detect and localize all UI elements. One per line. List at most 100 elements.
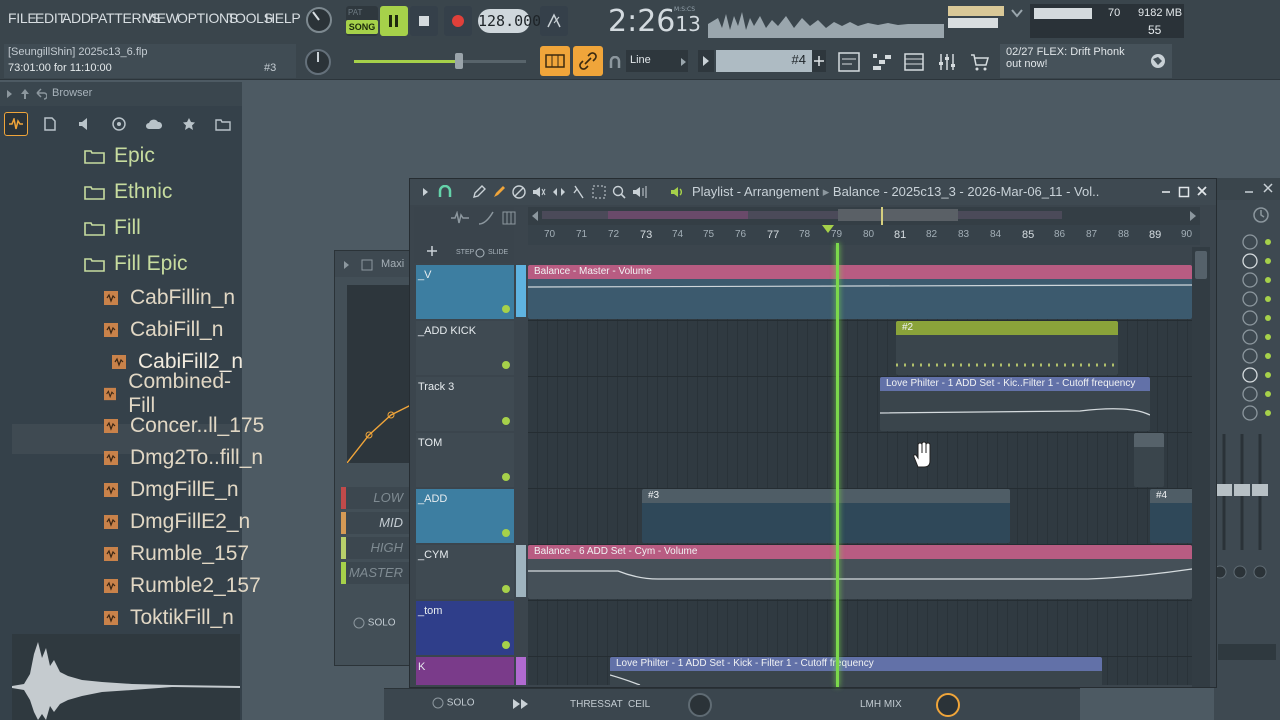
folder-item[interactable]: Ethnic — [84, 176, 172, 208]
play-arrow-icon[interactable] — [512, 698, 530, 710]
band-high[interactable]: HIGH — [341, 537, 409, 559]
band-master[interactable]: MASTER — [341, 562, 409, 584]
mixer-send-column[interactable] — [1214, 230, 1280, 426]
waveform-icon[interactable] — [450, 211, 470, 225]
tab-speaker[interactable] — [73, 112, 97, 136]
pattern-clip[interactable]: #3 — [642, 489, 1010, 543]
automation-clip[interactable]: Balance - 6 ADD Set - Cym - Volume — [528, 545, 1192, 599]
stop-button[interactable] — [410, 6, 438, 36]
pattern-selector[interactable]: #4 — [716, 50, 812, 72]
master-volume-knob[interactable] — [305, 6, 333, 34]
clock-icon[interactable] — [1252, 206, 1270, 224]
arrow-up-icon[interactable] — [20, 88, 30, 100]
solo-toggle[interactable]: SOLO — [432, 697, 475, 709]
channel-rack-button[interactable] — [900, 48, 928, 76]
tab-favorites[interactable] — [177, 112, 201, 136]
tab-folder[interactable] — [211, 112, 235, 136]
main-pitch-knob[interactable] — [302, 46, 334, 78]
track-header[interactable]: _V — [416, 265, 514, 319]
playlist-window[interactable]: Playlist - Arrangement ▸ Balance - 2025c… — [409, 178, 1217, 688]
maximus-titlebar[interactable]: Maxi — [335, 251, 413, 277]
track-header[interactable]: Track 3 — [416, 377, 514, 431]
plus-icon[interactable] — [426, 245, 438, 257]
magnet-icon[interactable] — [609, 56, 621, 70]
time-display[interactable]: M:S:CS 2:2613 — [578, 2, 702, 40]
store-button[interactable] — [966, 48, 994, 76]
track-header[interactable]: K — [416, 657, 514, 685]
file-item[interactable]: CabiFill_n — [104, 314, 223, 346]
menu-view[interactable]: VIEW — [144, 10, 179, 26]
lane[interactable] — [528, 433, 1192, 489]
add-pattern-button[interactable] — [812, 50, 826, 72]
track-header[interactable]: TOM — [416, 433, 514, 487]
zoom-icon[interactable] — [612, 185, 626, 199]
file-item[interactable]: DmgFillE2_n — [104, 506, 250, 538]
file-item[interactable]: Rumble_157 — [104, 538, 249, 570]
track-enable-led[interactable] — [502, 361, 510, 369]
tab-files[interactable] — [38, 112, 62, 136]
file-item[interactable]: Dmg2To..fill_n — [104, 442, 263, 474]
pencil-icon[interactable] — [472, 185, 486, 199]
maximize-icon[interactable] — [1178, 186, 1190, 198]
file-item[interactable]: CabFillin_n — [104, 282, 235, 314]
ceil-knob[interactable] — [686, 691, 714, 719]
mixer-faders[interactable] — [1214, 430, 1280, 720]
caret-right-icon[interactable] — [343, 260, 351, 270]
playlist-titlebar[interactable]: Playlist - Arrangement ▸ Balance - 2025c… — [410, 179, 1216, 205]
record-button[interactable] — [444, 6, 472, 36]
file-item[interactable]: Combined-Fill — [104, 370, 242, 417]
playhead-marker-icon[interactable] — [822, 225, 834, 235]
track-header[interactable]: _CYM — [416, 545, 514, 599]
tab-all[interactable] — [4, 112, 28, 136]
band-low[interactable]: LOW — [341, 487, 409, 509]
playlist-lanes[interactable]: Balance - Master - Volume #2 Love Philte… — [528, 265, 1192, 685]
metronome-button[interactable] — [540, 6, 568, 36]
news-panel[interactable]: 02/27 FLEX: Drift Phonk out now! — [1000, 44, 1172, 78]
piano-roll-button[interactable] — [868, 48, 896, 76]
playlist-overview-scroll[interactable] — [528, 207, 1200, 225]
caret-right-icon[interactable] — [6, 89, 14, 99]
file-item[interactable]: Rumble2_157 — [104, 570, 261, 602]
track-header[interactable]: _tom — [416, 601, 514, 655]
pattern-clip[interactable]: #2 — [896, 321, 1118, 375]
track-enable-led[interactable] — [502, 641, 510, 649]
snap-to-grid-button[interactable] — [540, 46, 570, 76]
timeline-ruler[interactable]: 70 71 72 73 74 75 76 77 78 79 80 81 82 8… — [528, 225, 1200, 245]
globe-icon[interactable] — [1150, 53, 1166, 69]
lmh-mix-knob[interactable] — [934, 691, 962, 719]
maximus-solo-button[interactable]: SOLO — [353, 617, 396, 629]
slice-tool-icon[interactable] — [572, 185, 586, 199]
track-enable-led[interactable] — [502, 585, 510, 593]
toggle-icon[interactable] — [474, 248, 486, 258]
band-mid[interactable]: MID — [341, 512, 409, 534]
menu-add[interactable]: ADD — [62, 10, 91, 26]
minimize-icon[interactable] — [1244, 184, 1254, 194]
play-button[interactable] — [380, 6, 408, 36]
mute-tool-icon[interactable] — [532, 185, 546, 199]
link-button[interactable] — [573, 46, 603, 76]
track-enable-led[interactable] — [502, 529, 510, 537]
file-item[interactable]: Concer..ll_175 — [104, 410, 264, 442]
maximus-graph[interactable] — [346, 285, 412, 464]
tab-cloud[interactable] — [142, 112, 166, 136]
snap-mode-select[interactable]: Line — [626, 50, 688, 72]
lane[interactable] — [528, 601, 1192, 657]
playlist-window-button[interactable] — [835, 48, 863, 76]
magnet-icon[interactable] — [438, 185, 452, 199]
step-label[interactable]: STEP — [456, 249, 474, 256]
undo-icon[interactable] — [35, 88, 47, 100]
track-enable-led[interactable] — [502, 473, 510, 481]
chevron-down-icon[interactable] — [1010, 6, 1024, 20]
brush-icon[interactable] — [492, 185, 506, 199]
close-icon[interactable] — [1196, 185, 1208, 197]
speaker-icon[interactable] — [670, 185, 686, 199]
file-item[interactable]: DmgFillE_n — [104, 474, 239, 506]
song-mode-button[interactable]: SONG — [346, 20, 378, 34]
main-volume-slider[interactable] — [354, 60, 526, 63]
main-volume-thumb[interactable] — [455, 53, 463, 69]
pattern-clip[interactable]: #4 — [1150, 489, 1192, 543]
tempo-display[interactable]: 128.000 — [478, 9, 541, 33]
folder-item[interactable]: Fill — [84, 212, 141, 244]
automation-clip[interactable]: Love Philter - 1 ADD Set - Kick - Filter… — [610, 657, 1102, 685]
mixer-button[interactable] — [933, 48, 961, 76]
